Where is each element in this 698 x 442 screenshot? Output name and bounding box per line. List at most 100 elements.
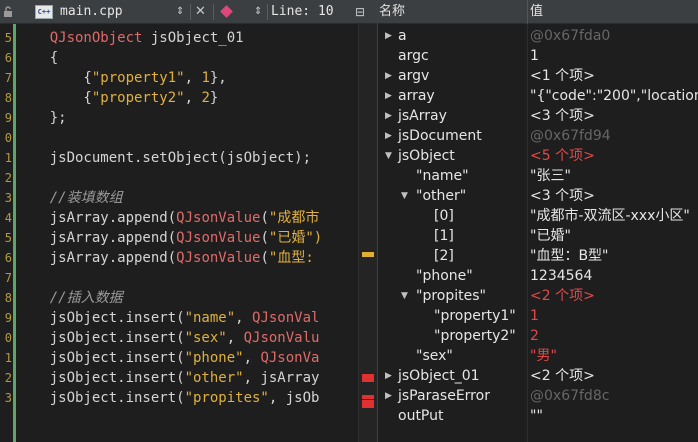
close-file-button[interactable]: ✕ (195, 0, 206, 24)
variable-value: 1234564 (530, 268, 593, 284)
locals-row[interactable]: ▶ jsDocument @0x67fd94 (378, 126, 698, 146)
locals-row[interactable]: ▼ jsObject <5 个项> (378, 146, 698, 166)
code-line[interactable]: jsObject.insert("sex", QJsonValu (16, 328, 320, 348)
lock-icon[interactable] (3, 0, 15, 24)
collapse-arrow-icon[interactable]: ▼ (401, 186, 411, 206)
code-token: , (184, 70, 202, 86)
column-divider[interactable] (527, 0, 528, 24)
symbol-dropdown-button[interactable]: ⇕ (254, 0, 262, 24)
code-token: QJsonObject (16, 30, 143, 46)
code-line[interactable]: //装填数组 (16, 188, 123, 208)
editor-scrollbar[interactable] (358, 24, 377, 442)
code-line[interactable]: jsObject.insert("other", jsArray (16, 368, 320, 388)
locals-panel[interactable]: 名称 值 ▶ a @0x67fda0 argc 1 ▶ argv <1 个项> ▶ array "{… (377, 0, 698, 442)
expand-arrow-icon[interactable]: ▶ (385, 106, 395, 126)
variable-name: outPut (398, 408, 444, 424)
variable-value: 1 (530, 48, 539, 64)
locals-row[interactable]: ▶ array "{"code":"200","location (378, 86, 698, 106)
file-name[interactable]: main.cpp (60, 0, 123, 24)
line-number: 9 (4, 311, 12, 325)
code-line[interactable]: {"property1", 1}, (16, 68, 226, 88)
variable-value: @0x67fd8c (530, 388, 610, 404)
column-header-name[interactable]: 名称 (379, 0, 405, 24)
line-number: 9 (4, 111, 12, 125)
locals-row[interactable]: "property2" 2 (378, 326, 698, 346)
column-header-value[interactable]: 值 (530, 0, 543, 24)
code-token: } (209, 90, 219, 106)
locals-header: 名称 值 (378, 0, 698, 24)
code-token: jsObject.insert( (16, 330, 185, 346)
locals-row[interactable]: [2] "血型：B型" (378, 246, 698, 266)
code-token: QJsonVa (260, 350, 320, 366)
code-token: "血型: (268, 250, 314, 266)
code-token: jsArray.append( (16, 210, 177, 226)
collapse-arrow-icon[interactable]: ▼ (401, 286, 411, 306)
code-line[interactable]: //插入数据 (16, 288, 123, 308)
collapse-arrow-icon[interactable]: ▼ (385, 146, 395, 166)
code-line[interactable]: jsDocument.setObject(jsObject); (16, 148, 311, 168)
variable-name: "property2" (434, 328, 516, 344)
expand-arrow-icon[interactable]: ▶ (385, 126, 395, 146)
locals-row[interactable]: ▶ jsObject_01 <2 个项> (378, 366, 698, 386)
locals-row[interactable]: ▼ "propites" <2 个项> (378, 286, 698, 306)
bookmark-icon[interactable] (220, 0, 233, 24)
toolbar-separator (190, 4, 191, 20)
variable-name: jsObject (398, 148, 455, 164)
code-editor[interactable]: C++ main.cpp ⇕ ✕ ⇕ Line: 10 ⊟ 5 6 7 8 9 0 1 2 3 4… (0, 0, 377, 442)
code-line[interactable]: QJsonObject jsObject_01 (16, 28, 244, 48)
line-number: 1 (4, 351, 12, 365)
locals-row[interactable]: ▶ a @0x67fda0 (378, 26, 698, 46)
code-token: 1 (201, 70, 210, 86)
code-token: "成都市 (268, 210, 320, 226)
locals-row[interactable]: argc 1 (378, 46, 698, 66)
code-token: //装填数组 (16, 190, 123, 206)
editor-toolbar: C++ main.cpp ⇕ ✕ ⇕ Line: 10 ⊟ (0, 0, 377, 24)
line-number: 2 (4, 371, 12, 385)
code-token: jsObject_01 (142, 30, 244, 46)
locals-row[interactable]: [0] "成都市-双流区-xxx小区" (378, 206, 698, 226)
file-dropdown-button[interactable]: ⇕ (176, 0, 184, 24)
locals-row[interactable]: "property1" 1 (378, 306, 698, 326)
expand-arrow-icon[interactable]: ▶ (385, 26, 395, 46)
locals-row[interactable]: "name" "张三" (378, 166, 698, 186)
code-line[interactable]: jsObject.insert("name", QJsonVal (16, 308, 320, 328)
code-line[interactable]: {"property2", 2} (16, 88, 218, 108)
locals-row[interactable]: "phone" 1234564 (378, 266, 698, 286)
locals-row[interactable]: ▶ jsParaseError @0x67fd8c (378, 386, 698, 406)
split-icon[interactable]: ⊟ (355, 0, 365, 24)
locals-row[interactable]: ▶ jsArray <3 个项> (378, 106, 698, 126)
variable-name: jsParaseError (398, 388, 490, 404)
toolbar-separator (267, 4, 268, 20)
line-number: 0 (4, 131, 12, 145)
code-line[interactable]: }; (16, 108, 67, 128)
code-line[interactable]: jsArray.append(QJsonValue("血型: (16, 248, 314, 268)
expand-arrow-icon[interactable]: ▶ (385, 366, 395, 386)
code-line[interactable]: { (16, 48, 58, 68)
code-area[interactable]: QJsonObject jsObject_01 { {"property1", … (16, 24, 358, 442)
code-token: "sex" (184, 330, 227, 346)
variable-name: array (398, 88, 435, 104)
locals-row[interactable]: ▼ "other" <3 个项> (378, 186, 698, 206)
locals-row[interactable]: ▶ argv <1 个项> (378, 66, 698, 86)
variable-name: "phone" (416, 268, 473, 284)
variable-name: "name" (416, 168, 469, 184)
code-line[interactable]: jsArray.append(QJsonValue("成都市 (16, 208, 320, 228)
code-token: 2 (201, 90, 210, 106)
expand-arrow-icon[interactable]: ▶ (385, 386, 395, 406)
locals-row[interactable]: "sex" "男" (378, 346, 698, 366)
locals-row[interactable]: outPut "" (378, 406, 698, 426)
code-token: , (243, 350, 261, 366)
code-line[interactable]: jsObject.insert("phone", QJsonVa (16, 348, 320, 368)
code-line[interactable]: jsArray.append(QJsonValue("已婚") (16, 228, 322, 248)
code-line[interactable]: jsObject.insert("propites", jsOb (16, 388, 320, 408)
code-token: "phone" (184, 350, 244, 366)
code-token: jsArray.append( (16, 230, 177, 246)
variable-value: <5 个项> (530, 148, 595, 164)
variable-name: [0] (434, 208, 454, 224)
expand-arrow-icon[interactable]: ▶ (385, 86, 395, 106)
variable-value: <2 个项> (530, 288, 595, 304)
expand-arrow-icon[interactable]: ▶ (385, 66, 395, 86)
locals-row[interactable]: [1] "已婚" (378, 226, 698, 246)
variable-name: jsArray (398, 108, 447, 124)
error-marker (362, 395, 374, 399)
